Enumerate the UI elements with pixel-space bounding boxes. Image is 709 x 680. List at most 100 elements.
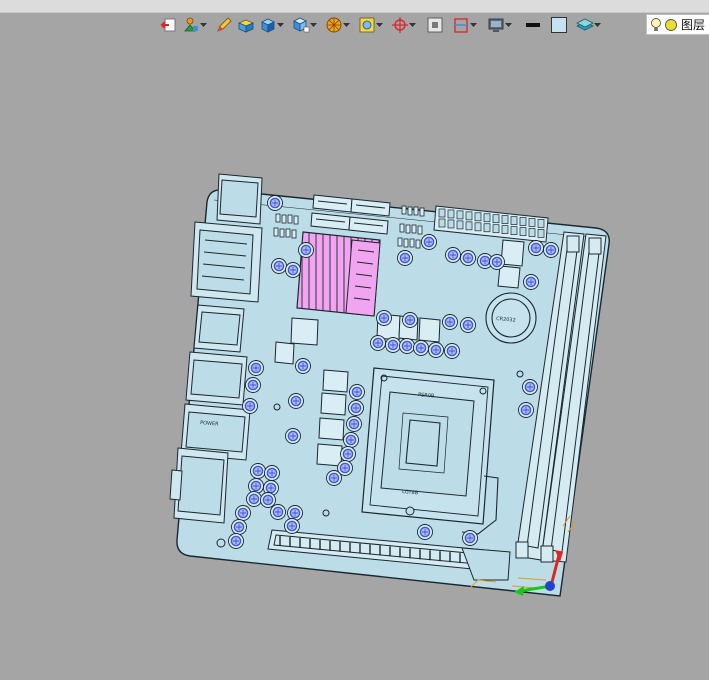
atx-pin	[465, 221, 473, 231]
origin-menu-arrow[interactable]	[409, 14, 416, 36]
atx-pin	[528, 218, 536, 227]
capacitor	[343, 432, 359, 448]
layer-tool-button[interactable]	[576, 14, 601, 36]
atx-pin	[528, 228, 536, 237]
clipping-plane-button[interactable]	[452, 14, 477, 36]
lightbulb-icon	[651, 17, 661, 31]
cube-icon	[261, 18, 275, 33]
atx-pin	[483, 213, 491, 223]
zoom-fit-menu-arrow[interactable]	[376, 14, 383, 36]
atx-pin	[456, 210, 464, 220]
capacitor	[264, 465, 280, 481]
exit-sketch-button[interactable]	[160, 14, 178, 36]
atx-pin	[492, 224, 500, 234]
capacitor	[248, 360, 264, 376]
render-style-menu-arrow[interactable]	[343, 14, 350, 36]
layer-name: 图层	[681, 18, 706, 32]
capacitor	[245, 377, 261, 393]
zoom-fit-button[interactable]	[358, 14, 383, 36]
capacitor	[518, 402, 534, 418]
line-color-button[interactable]	[524, 14, 542, 36]
capacitor	[287, 505, 303, 521]
capacitor	[417, 524, 433, 540]
title-strip	[0, 0, 709, 13]
capacitor	[346, 416, 362, 432]
cube-button[interactable]	[259, 14, 284, 36]
capacitor	[349, 384, 365, 400]
render-style-button[interactable]	[325, 14, 350, 36]
atx-pin	[447, 219, 455, 229]
pencil-icon	[217, 17, 232, 32]
capacitor	[385, 337, 401, 353]
capacitor	[442, 314, 458, 330]
capacitor	[235, 505, 251, 521]
box-feature-button[interactable]	[237, 14, 255, 36]
section-view-icon	[427, 17, 443, 33]
display-menu-arrow[interactable]	[505, 14, 512, 36]
capacitor	[444, 343, 460, 359]
layer-selector[interactable]: 图层	[646, 14, 709, 35]
capacitor	[397, 250, 413, 266]
atx-pin	[438, 208, 446, 218]
capacitor	[376, 310, 392, 326]
capacitor	[288, 393, 304, 409]
capacitor	[298, 242, 314, 258]
view-orientation-button[interactable]	[292, 14, 317, 36]
capacitor	[267, 195, 283, 211]
capacitor	[413, 340, 429, 356]
atx-pin	[492, 214, 500, 224]
atx-pin	[510, 226, 518, 235]
capacitor	[248, 478, 264, 494]
capacitor	[250, 463, 266, 479]
display-button[interactable]	[487, 14, 512, 36]
origin-button[interactable]	[391, 14, 416, 36]
atx-pin	[501, 225, 509, 234]
capacitor	[402, 312, 418, 328]
capacitor	[523, 274, 539, 290]
capacitor	[445, 247, 461, 263]
capacitor	[528, 240, 544, 256]
capacitor	[489, 254, 505, 270]
cube-menu-arrow[interactable]	[277, 14, 284, 36]
line-color-icon	[526, 23, 540, 27]
capacitor	[370, 335, 386, 351]
zoom-fit-icon	[359, 17, 375, 33]
atx-pin	[537, 219, 545, 228]
capacitor	[228, 533, 244, 549]
layer-state-icon	[665, 18, 677, 31]
capacitor	[543, 242, 559, 258]
capacitor	[326, 470, 342, 486]
layer-tool-icon	[576, 18, 594, 31]
motherboard-model[interactable]: POWER PSR0B LGY8B CR2032	[0, 38, 709, 676]
atx-pin	[474, 222, 482, 232]
view-orientation-icon	[293, 17, 310, 33]
origin-icon	[392, 17, 408, 33]
capacitor	[271, 258, 287, 274]
capacitor	[428, 342, 444, 358]
sketch-pencil-button[interactable]	[215, 14, 233, 36]
capacitor	[462, 530, 478, 546]
constraint-menu-arrow[interactable]	[200, 14, 207, 36]
graphics-viewport[interactable]: POWER PSR0B LGY8B CR2032	[0, 38, 709, 676]
section-view-button[interactable]	[426, 14, 444, 36]
fill-color-button[interactable]	[550, 14, 568, 36]
capacitor	[460, 317, 476, 333]
box-feature-icon	[237, 19, 255, 33]
layer-tool-menu-arrow[interactable]	[594, 14, 601, 36]
atx-pin	[537, 229, 545, 238]
atx-pin	[501, 215, 509, 224]
capacitor	[295, 358, 311, 374]
display-monitor-icon	[488, 18, 504, 32]
atx-pin	[474, 212, 482, 222]
clipping-plane-icon	[454, 18, 468, 33]
capacitor	[522, 379, 538, 395]
view-orientation-menu-arrow[interactable]	[310, 14, 317, 36]
clipping-plane-menu-arrow[interactable]	[470, 14, 477, 36]
capacitor	[284, 518, 300, 534]
capacitor	[270, 504, 286, 520]
constraint-button[interactable]	[182, 14, 207, 36]
capacitor	[231, 519, 247, 535]
capacitor	[246, 491, 262, 507]
capacitor	[260, 492, 276, 508]
capacitor	[460, 250, 476, 266]
